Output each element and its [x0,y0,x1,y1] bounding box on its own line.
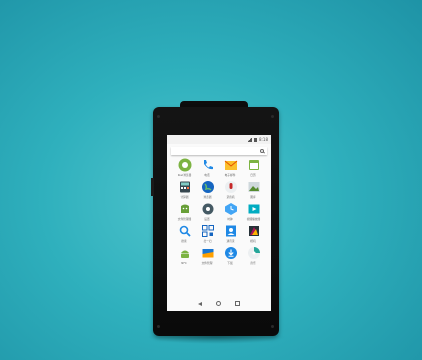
app-shortcut[interactable]: 相机 [244,224,264,243]
app-label: 日历 [250,173,257,177]
app-shortcut[interactable]: 图库 [244,180,264,199]
app-shortcut[interactable]: 视频播放器 [244,202,264,221]
folder-icon [201,246,215,260]
app-shortcut[interactable]: 文件管理 [198,246,218,265]
app-shortcut[interactable]: 设置 [198,202,218,221]
signal-icon [247,137,253,142]
app-shortcut[interactable]: Kiwi浏览器 [175,158,195,177]
app-shortcut[interactable]: 浏览器 [198,180,218,199]
app-shortcut[interactable]: 时钟 [221,202,241,221]
app-label: 音乐 [250,261,257,265]
battery-icon [254,137,258,142]
app-shortcut[interactable]: 音乐 [244,246,264,265]
settings-icon [201,202,215,216]
music-icon [247,246,261,260]
home-icon[interactable] [216,301,222,306]
app-label: 扫一扫 [203,239,212,243]
app-label: 文件管理 [202,261,213,265]
app-shortcut[interactable]: 通讯录 [221,224,241,243]
app-label: 电话 [204,173,211,177]
device-screw [271,325,274,328]
device-screw [271,115,274,118]
device-screw [157,325,160,328]
side-button [151,178,154,196]
globe-icon [201,180,215,194]
calendar-icon [247,158,261,172]
video-icon [247,202,261,216]
app-label: 计算器 [180,195,189,199]
app-label: 时钟 [227,217,234,221]
app-label: 电子邮件 [225,173,236,177]
status-time: 8:18 [259,137,268,142]
app-label: 视频播放器 [246,217,261,221]
app-shortcut[interactable]: 文件管理器 [175,202,195,221]
app-shortcut[interactable]: 扫一扫 [198,224,218,243]
app-shortcut[interactable]: 计算器 [175,180,195,199]
app-label: 设置 [204,217,211,221]
calculator-icon [178,180,192,194]
recorder-icon [224,180,238,194]
search-icon[interactable] [260,148,264,153]
phone-icon [201,158,215,172]
download-icon [224,246,238,260]
contacts-icon [224,224,238,238]
recent-apps-icon[interactable] [235,301,240,306]
files-icon [178,202,192,216]
app-shortcut[interactable]: 下载 [221,246,241,265]
search-bar[interactable] [171,147,267,155]
app-label: NFC [181,261,188,265]
app-shortcut[interactable]: 搜索 [175,224,195,243]
android-icon [178,246,192,260]
photo-backdrop: 8:18 Kiwi浏览器 电话 电子邮件 日历计算器 浏览器 录音机 图库文件管理器 设置 时钟… [0,0,422,360]
app-grid: Kiwi浏览器 电话 电子邮件 日历计算器 浏览器 录音机 图库文件管理器 设置 时钟 视频播放器… [167,158,271,265]
email-icon [224,158,238,172]
app-label: 文件管理器 [177,217,192,221]
clock-icon [224,202,238,216]
app-label: 相机 [250,239,257,243]
gallery-icon [247,180,261,194]
app-label: Kiwi浏览器 [177,173,192,177]
app-label: 浏览器 [203,195,212,199]
navigation-bar [167,296,271,311]
browser-icon [178,158,192,172]
status-icons: 8:18 [247,137,268,142]
device-screen: 8:18 Kiwi浏览器 电话 电子邮件 日历计算器 浏览器 录音机 图库文件管理器 设置 时钟… [167,135,271,311]
app-shortcut[interactable]: 电话 [198,158,218,177]
device-screw [157,115,160,118]
app-label: 搜索 [181,239,188,243]
status-bar: 8:18 [167,135,271,144]
back-icon[interactable] [198,301,203,306]
app-shortcut[interactable]: NFC [175,246,195,265]
app-shortcut[interactable]: 电子邮件 [221,158,241,177]
qr-icon [201,224,215,238]
search-app-icon [178,224,192,238]
app-label: 下载 [227,261,234,265]
camera-icon [247,224,261,238]
app-label: 通讯录 [226,239,235,243]
app-label: 录音机 [226,195,235,199]
app-shortcut[interactable]: 录音机 [221,180,241,199]
app-label: 图库 [250,195,257,199]
app-shortcut[interactable]: 日历 [244,158,264,177]
